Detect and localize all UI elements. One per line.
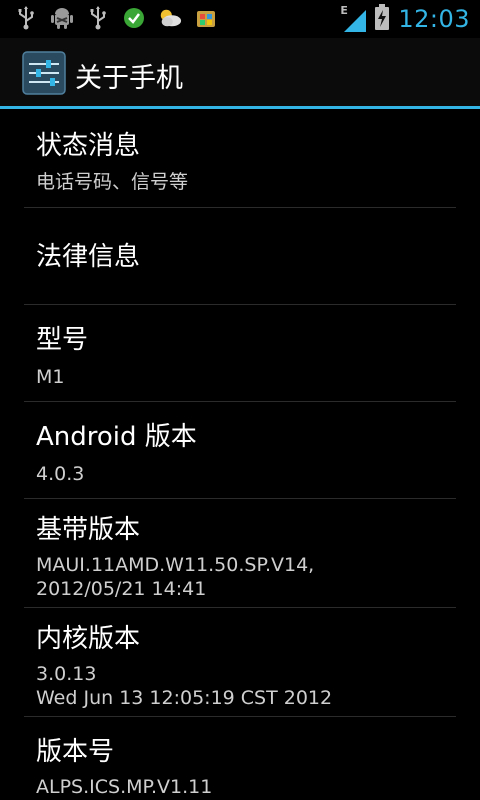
list-item-build-number: 版本号 ALPS.ICS.MP.V1.11 [24,717,456,800]
list-item-title: 基带版本 [36,515,141,545]
notification-icons [14,6,218,30]
usb-icon [86,6,110,30]
list-item-android-version[interactable]: Android 版本 4.0.3 [24,402,456,499]
list-item-title: 法律信息 [36,242,141,272]
signal-icon: E [340,4,367,32]
market-icon [194,6,218,30]
list-item-title: 型号 [36,325,89,355]
list-item-summary: ALPS.ICS.MP.V1.11 [36,776,213,798]
list-item-model: 型号 M1 [24,305,456,402]
settings-sliders-icon[interactable] [22,51,66,95]
status-clock: 12:03 [398,5,470,33]
usb-icon [14,6,38,30]
list-item-baseband-version: 基带版本 MAUI.11AMD.W11.50.SP.V14, 2012/05/2… [24,499,456,608]
list-item-summary-line: Wed Jun 13 12:05:19 CST 2012 [36,687,333,709]
list-item-kernel-version: 内核版本 3.0.13 Wed Jun 13 12:05:19 CST 2012 [24,608,456,717]
list-item-status[interactable]: 状态消息 电话号码、信号等 [24,109,456,208]
check-circle-icon [122,6,146,30]
list-item-title: 状态消息 [36,131,141,161]
action-bar: 关于手机 [0,38,480,109]
page-title: 关于手机 [75,63,183,94]
list-item-summary-line: 3.0.13 [36,663,97,685]
list-item-title: 版本号 [36,737,115,767]
list-item-summary-line: MAUI.11AMD.W11.50.SP.V14, [36,554,315,576]
list-item-title: 内核版本 [36,624,141,654]
list-item-summary-line: 2012/05/21 14:41 [36,578,207,600]
list-item-title: Android 版本 [36,422,197,452]
status-bar: E 12:03 [0,0,480,38]
android-debug-icon [50,6,74,30]
list-item-summary: M1 [36,366,65,388]
weather-icon [158,6,182,30]
list-item-summary: 电话号码、信号等 [36,171,189,193]
battery-charging-icon [374,4,390,34]
list-item-legal[interactable]: 法律信息 [24,208,456,305]
about-phone-list: 状态消息 电话号码、信号等 法律信息 型号 M1 Android 版本 4.0.… [0,109,480,800]
list-item-summary: 4.0.3 [36,463,85,485]
